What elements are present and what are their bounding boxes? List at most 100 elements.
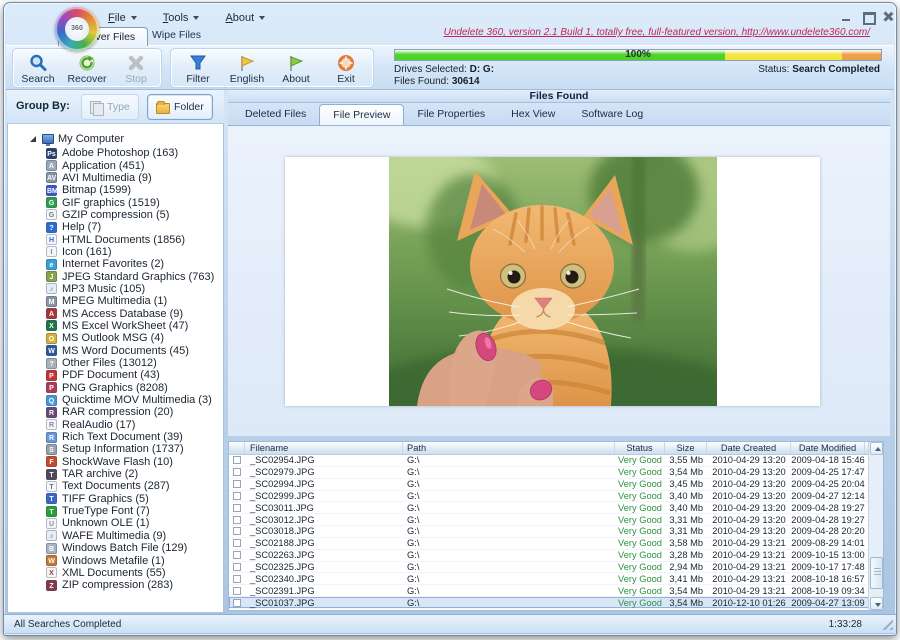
tree-item-pdf-document[interactable]: PPDF Document (43) — [46, 369, 223, 381]
about-button[interactable]: About — [273, 51, 319, 86]
tree-item-zip-compression[interactable]: ZZIP compression (283) — [46, 579, 223, 591]
tree-item-bitmap[interactable]: BMBitmap (1599) — [46, 184, 223, 196]
row-checkbox[interactable] — [233, 551, 241, 559]
tree-item-setup-information[interactable]: SSetup Information (1737) — [46, 443, 223, 455]
recover-button[interactable]: Recover — [64, 51, 110, 86]
row-checkbox[interactable] — [233, 516, 241, 524]
tree-item-icon[interactable]: IIcon (161) — [46, 246, 223, 258]
row-checkbox[interactable] — [233, 504, 241, 512]
tree-item-text-documents[interactable]: TText Documents (287) — [46, 480, 223, 492]
tree-item-wafe-multimedia[interactable]: ♪WAFE Multimedia (9) — [46, 530, 223, 542]
table-scrollbar[interactable] — [868, 442, 883, 610]
tree-item-quicktime-mov-multimedia[interactable]: QQuicktime MOV Multimedia (3) — [46, 394, 223, 406]
exit-button[interactable]: Exit — [323, 51, 369, 86]
tree-item-tiff-graphics[interactable]: TTIFF Graphics (5) — [46, 493, 223, 505]
filter-button[interactable]: Filter — [175, 51, 221, 86]
row-date-created: 2010-04-29 13:21 — [707, 574, 791, 584]
tree-item-png-graphics[interactable]: PPNG Graphics (8208) — [46, 382, 223, 394]
tree-item-windows-batch-file[interactable]: BWindows Batch File (129) — [46, 542, 223, 554]
column-header-date-modified[interactable]: Date Modified — [791, 442, 865, 454]
row-checkbox[interactable] — [233, 492, 241, 500]
tree-item-gif-graphics[interactable]: GGIF graphics (1519) — [46, 196, 223, 208]
tree-item-jpeg-standard-graphics[interactable]: JJPEG Standard Graphics (763) — [46, 270, 223, 282]
row-checkbox[interactable] — [233, 527, 241, 535]
table-row-sc02994-jpg[interactable]: _SC02994.JPGG:\Very Good3,45 Mb2010-04-2… — [229, 479, 869, 491]
row-checkbox[interactable] — [233, 599, 241, 607]
tree-item-other-files[interactable]: ?Other Files (13012) — [46, 357, 223, 369]
tab-deleted-files[interactable]: Deleted Files — [232, 103, 319, 125]
tab-file-preview[interactable]: File Preview — [319, 104, 404, 125]
scroll-down-icon[interactable] — [870, 597, 883, 610]
tree-item-internet-favorites[interactable]: eInternet Favorites (2) — [46, 258, 223, 270]
tree-item-label: Setup Information (1737) — [62, 443, 184, 455]
tree-item-shockwave-flash[interactable]: FShockWave Flash (10) — [46, 456, 223, 468]
column-header-filename[interactable]: Filename — [245, 442, 403, 454]
tree-item-rar-compression[interactable]: RRAR compression (20) — [46, 406, 223, 418]
status-bar-time: 1:33:28 — [829, 619, 862, 630]
menu-about[interactable]: About — [225, 12, 265, 24]
tree-item-ms-word-documents[interactable]: WMS Word Documents (45) — [46, 345, 223, 357]
row-checkbox[interactable] — [233, 539, 241, 547]
scrollbar-thumb[interactable] — [870, 557, 883, 589]
row-checkbox[interactable] — [233, 575, 241, 583]
tree-item-truetype-font[interactable]: TTrueType Font (7) — [46, 505, 223, 517]
maximize-button[interactable] — [861, 11, 874, 22]
table-row-sc02999-jpg[interactable]: _SC02999.JPGG:\Very Good3,40 Mb2010-04-2… — [229, 491, 869, 503]
tree-item-gzip-compression[interactable]: GGZIP compression (5) — [46, 209, 223, 221]
tree-expander-icon[interactable] — [30, 136, 36, 142]
row-checkbox[interactable] — [233, 587, 241, 595]
scroll-up-icon[interactable] — [870, 442, 883, 455]
column-header-size[interactable]: Size — [665, 442, 707, 454]
tree-item-mp3-music[interactable]: ♪MP3 Music (105) — [46, 283, 223, 295]
row-checkbox[interactable] — [233, 480, 241, 488]
tab-wipe-files[interactable]: Wipe Files — [152, 29, 201, 41]
table-row-sc02954-jpg[interactable]: _SC02954.JPGG:\Very Good3,55 Mb2010-04-2… — [229, 455, 869, 467]
row-checkbox[interactable] — [233, 456, 241, 464]
table-row-sc02979-jpg[interactable]: _SC02979.JPGG:\Very Good3,54 Mb2010-04-2… — [229, 467, 869, 479]
menu-tools[interactable]: Tools — [163, 12, 200, 24]
tree-item-ms-excel-worksheet[interactable]: XMS Excel WorkSheet (47) — [46, 320, 223, 332]
tree-root-my-computer[interactable]: My Computer — [30, 133, 223, 145]
tree-item-ms-outlook-msg[interactable]: OMS Outlook MSG (4) — [46, 332, 223, 344]
language-button[interactable]: English — [224, 51, 270, 86]
tree-item-help[interactable]: ?Help (7) — [46, 221, 223, 233]
table-row-sc03012-jpg[interactable]: _SC03012.JPGG:\Very Good3,31 Mb2010-04-2… — [229, 514, 869, 526]
table-row-sc01037-jpg[interactable]: _SC01037.JPGG:\Very Good3,54 Mb2010-12-1… — [229, 597, 869, 609]
column-header-status[interactable]: Status — [615, 442, 665, 454]
table-row-sc02188-jpg[interactable]: _SC02188.JPGG:\Very Good3,58 Mb2010-04-2… — [229, 538, 869, 550]
resize-grip[interactable] — [882, 619, 893, 630]
tree-item-xml-documents[interactable]: XXML Documents (55) — [46, 567, 223, 579]
column-header-path[interactable]: Path — [403, 442, 615, 454]
recover-button-label: Recover — [67, 73, 106, 85]
column-header-date-created[interactable]: Date Created — [707, 442, 791, 454]
tab-hex-view[interactable]: Hex View — [498, 103, 568, 125]
tree-item-application[interactable]: AApplication (451) — [46, 159, 223, 171]
version-link[interactable]: Undelete 360, version 2.1 Build 1, total… — [420, 27, 870, 38]
tree-item-html-documents[interactable]: HHTML Documents (1856) — [46, 233, 223, 245]
row-checkbox[interactable] — [233, 563, 241, 571]
minimize-button[interactable] — [840, 11, 853, 22]
tree-item-realaudio[interactable]: RRealAudio (17) — [46, 419, 223, 431]
table-row-sc03011-jpg[interactable]: _SC03011.JPGG:\Very Good3,40 Mb2010-04-2… — [229, 502, 869, 514]
tree-item-rich-text-document[interactable]: RRich Text Document (39) — [46, 431, 223, 443]
tree-item-label: Windows Batch File (129) — [62, 542, 187, 554]
tree-item-unknown-ole[interactable]: UUnknown OLE (1) — [46, 517, 223, 529]
tree-item-avi-multimedia[interactable]: AVAVI Multimedia (9) — [46, 172, 223, 184]
row-checkbox[interactable] — [233, 468, 241, 476]
group-by-folder-button[interactable]: Folder — [147, 94, 213, 120]
table-row-sc02263-jpg[interactable]: _SC02263.JPGG:\Very Good3,28 Mb2010-04-2… — [229, 550, 869, 562]
tree-item-windows-metafile[interactable]: WWindows Metafile (1) — [46, 554, 223, 566]
tab-file-properties[interactable]: File Properties — [404, 103, 498, 125]
tree-item-mpeg-multimedia[interactable]: MMPEG Multimedia (1) — [46, 295, 223, 307]
table-row-sc02325-jpg[interactable]: _SC02325.JPGG:\Very Good2,94 Mb2010-04-2… — [229, 562, 869, 574]
menu-file[interactable]: File — [108, 12, 137, 24]
tree-item-adobe-photoshop[interactable]: PsAdobe Photoshop (163) — [46, 147, 223, 159]
close-button[interactable] — [882, 11, 895, 22]
tree-item-tar-archive[interactable]: TTAR archive (2) — [46, 468, 223, 480]
table-row-sc02340-jpg[interactable]: _SC02340.JPGG:\Very Good3,41 Mb2010-04-2… — [229, 573, 869, 585]
tree-item-ms-access-database[interactable]: AMS Access Database (9) — [46, 307, 223, 319]
table-row-sc02391-jpg[interactable]: _SC02391.JPGG:\Very Good3,54 Mb2010-04-2… — [229, 585, 869, 597]
tab-software-log[interactable]: Software Log — [568, 103, 656, 125]
table-row-sc03018-jpg[interactable]: _SC03018.JPGG:\Very Good3,31 Mb2010-04-2… — [229, 526, 869, 538]
search-button[interactable]: Search — [15, 51, 61, 86]
